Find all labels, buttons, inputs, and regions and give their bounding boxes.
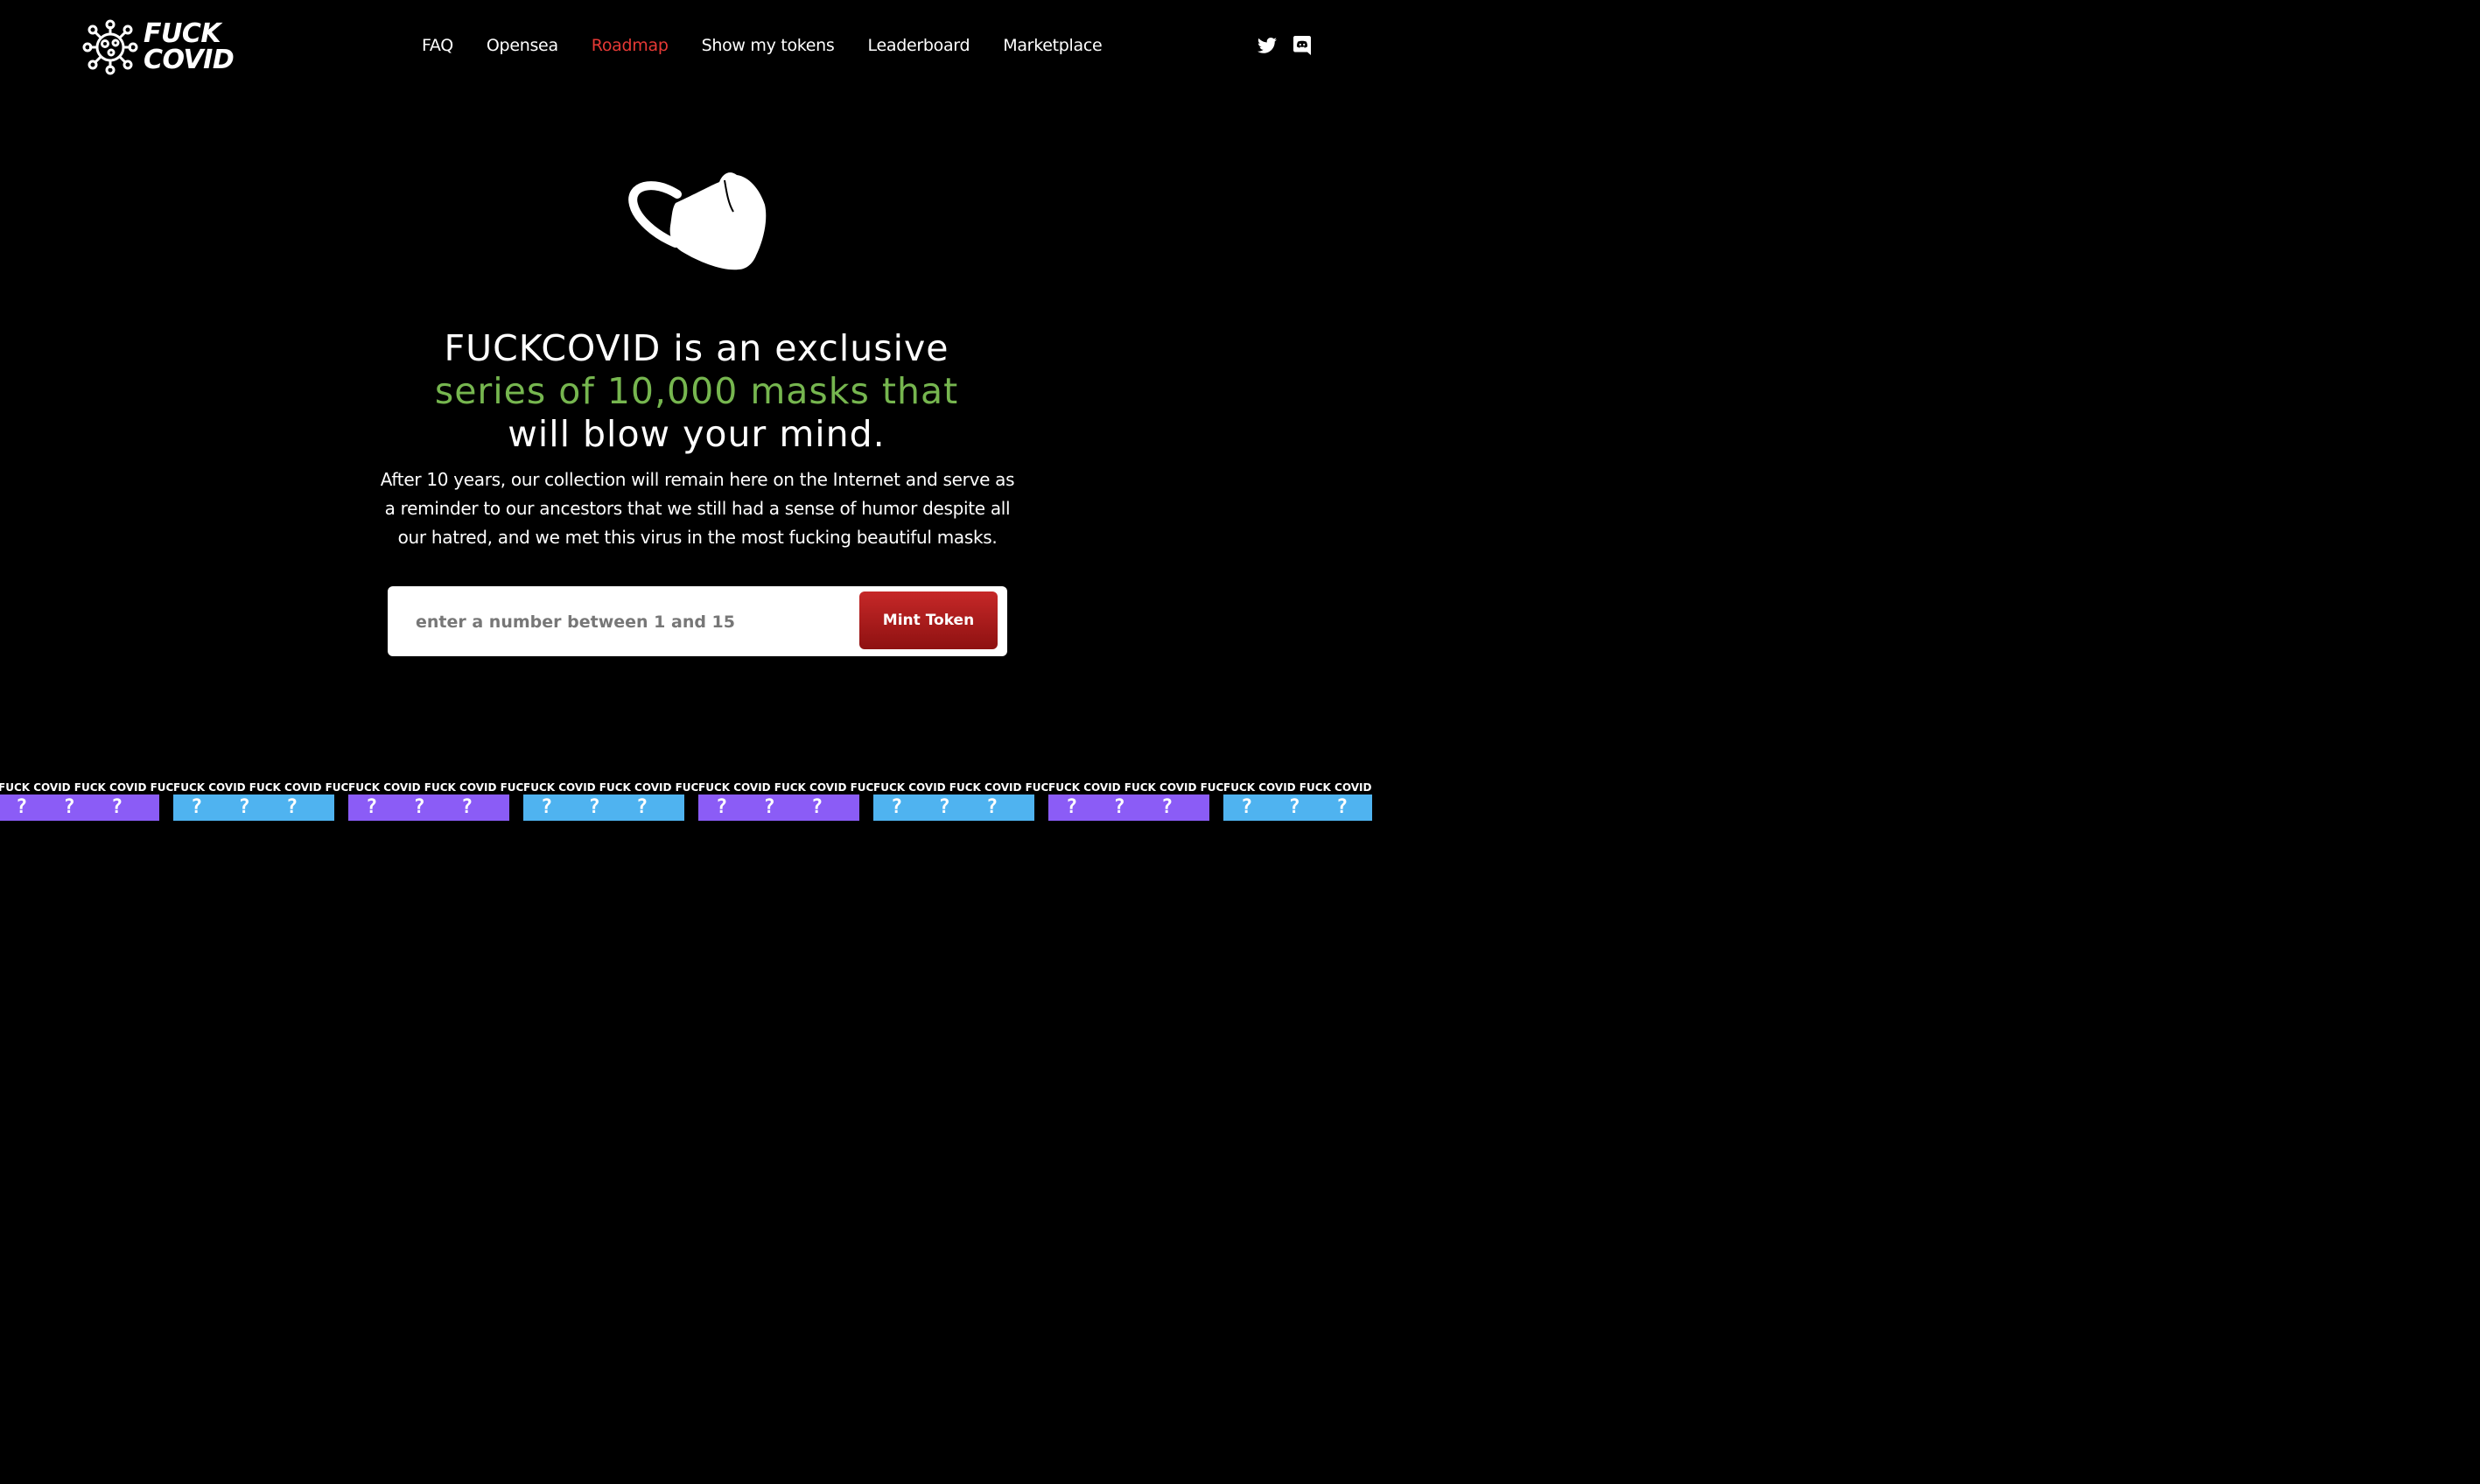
social-links	[1257, 35, 1313, 56]
tile-side-band	[509, 794, 523, 821]
tile-banner-text: FUCK COVID FUCK COVID FUCK COVID FUCK CO…	[873, 780, 1048, 794]
tile-mystery-glyphs: ? ? ? ?	[716, 796, 873, 818]
nav-faq[interactable]: FAQ	[422, 36, 453, 55]
tile-side-band	[859, 794, 873, 821]
tile-side-band	[1034, 794, 1048, 821]
tile-mystery-glyphs: ? ? ? ?	[1066, 796, 1223, 818]
nft-preview-tile: FUCK COVID FUCK COVID FUCK COVID FUCK CO…	[873, 780, 1048, 821]
nft-preview-tile: FUCK COVID FUCK COVID FUCK COVID FUCK CO…	[1223, 780, 1372, 821]
tile-banner-text: FUCK COVID FUCK COVID FUCK COVID FUCK CO…	[1223, 780, 1372, 794]
tile-banner-text: FUCK COVID FUCK COVID FUCK COVID FUCK CO…	[698, 780, 873, 794]
nft-preview-tile: FUCK COVID FUCK COVID FUCK COVID FUCK CO…	[173, 780, 348, 821]
logo-line-2: COVID	[144, 45, 235, 75]
site-logo[interactable]: FUCK COVID	[82, 18, 235, 75]
nav-leaderboard[interactable]: Leaderboard	[868, 36, 970, 55]
nav-roadmap[interactable]: Roadmap	[592, 36, 669, 55]
virus-icon	[82, 19, 138, 75]
tile-mystery-glyphs: ? ? ? ?	[541, 796, 698, 818]
twitter-icon[interactable]	[1257, 35, 1278, 56]
headline-line-3: will blow your mind.	[508, 413, 886, 455]
hero-headline: FUCKCOVID is an exclusive series of 10,0…	[306, 327, 1087, 456]
main-nav: FAQ Opensea Roadmap Show my tokens Leade…	[422, 36, 1103, 55]
logo-wordmark: FUCK COVID	[144, 18, 235, 75]
nft-preview-tile: FUCK COVID FUCK COVID FUCK COVID FUCK CO…	[1048, 780, 1223, 821]
nav-marketplace[interactable]: Marketplace	[1003, 36, 1102, 55]
tile-banner-text: FUCK COVID FUCK COVID FUCK COVID FUCK CO…	[1048, 780, 1223, 794]
nft-preview-strip: FUCK COVID FUCK COVID FUCK COVID FUCK CO…	[0, 780, 1372, 821]
tile-mystery-glyphs: ? ? ? ?	[366, 796, 523, 818]
tile-mystery-glyphs: ? ? ? ?	[891, 796, 1048, 818]
nav-show-my-tokens[interactable]: Show my tokens	[702, 36, 835, 55]
tile-mystery-glyphs: ? ? ? ?	[191, 796, 348, 818]
token-quantity-input[interactable]	[414, 604, 855, 640]
headline-line-2: series of 10,000 masks that	[434, 370, 959, 412]
nft-preview-tile: FUCK COVID FUCK COVID FUCK COVID FUCK CO…	[0, 780, 173, 821]
tile-side-band	[1209, 794, 1223, 821]
nav-opensea[interactable]: Opensea	[487, 36, 558, 55]
tile-banner-text: FUCK COVID FUCK COVID FUCK COVID FUCK CO…	[523, 780, 698, 794]
tile-side-band	[159, 794, 173, 821]
headline-line-1: FUCKCOVID is an exclusive	[444, 327, 949, 369]
tile-mystery-glyphs: ? ? ? ?	[16, 796, 173, 818]
face-mask-icon	[628, 172, 767, 270]
nft-preview-tile: FUCK COVID FUCK COVID FUCK COVID FUCK CO…	[348, 780, 523, 821]
hero-description: After 10 years, our collection will rema…	[380, 469, 1015, 548]
mint-form: Mint Token	[388, 586, 1007, 656]
logo-line-1: FUCK	[144, 18, 221, 49]
tile-side-band	[334, 794, 348, 821]
tile-banner-text: FUCK COVID FUCK COVID FUCK COVID FUCK CO…	[173, 780, 348, 794]
discord-icon[interactable]	[1292, 35, 1313, 56]
tile-banner-text: FUCK COVID FUCK COVID FUCK COVID FUCK CO…	[348, 780, 523, 794]
nft-preview-tile: FUCK COVID FUCK COVID FUCK COVID FUCK CO…	[523, 780, 698, 821]
tile-banner-text: FUCK COVID FUCK COVID FUCK COVID FUCK CO…	[0, 780, 173, 794]
tile-side-band	[684, 794, 698, 821]
nft-preview-tile: FUCK COVID FUCK COVID FUCK COVID FUCK CO…	[698, 780, 873, 821]
mint-token-button[interactable]: Mint Token	[859, 592, 998, 649]
tile-mystery-glyphs: ? ? ? ?	[1241, 796, 1372, 818]
